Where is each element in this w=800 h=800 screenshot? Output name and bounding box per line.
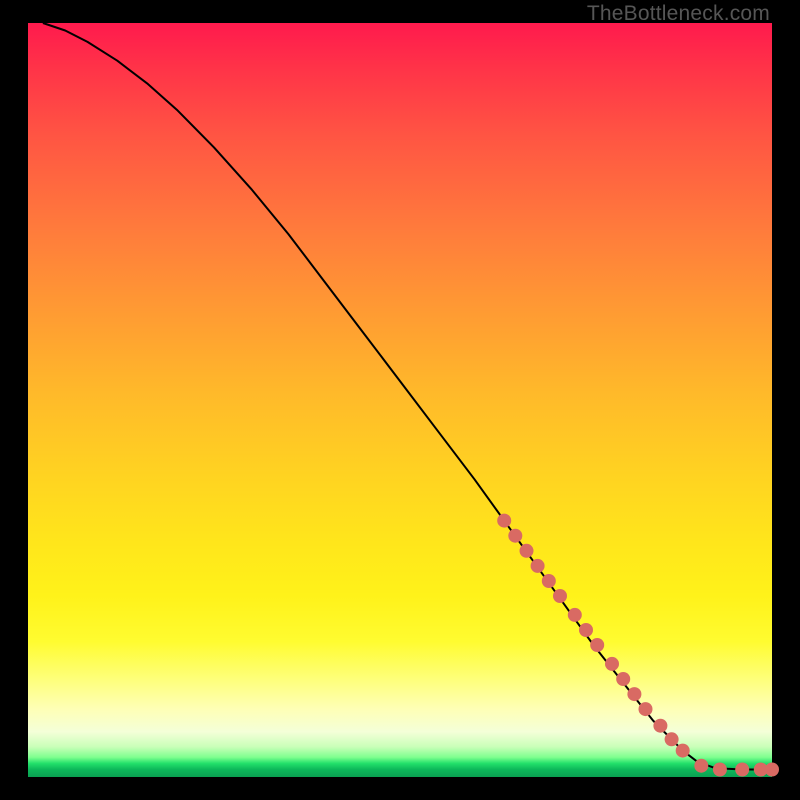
highlight-dot: [694, 759, 708, 773]
highlight-dot: [542, 574, 556, 588]
chart-frame: TheBottleneck.com: [0, 0, 800, 800]
highlight-dot: [653, 719, 667, 733]
highlight-dot: [553, 589, 567, 603]
highlight-dot: [735, 763, 749, 777]
highlight-dot: [639, 702, 653, 716]
highlight-dot: [579, 623, 593, 637]
highlight-dot: [627, 687, 641, 701]
highlight-dot: [590, 638, 604, 652]
highlight-dot: [520, 544, 534, 558]
curve-svg: [28, 23, 772, 777]
highlight-dot: [568, 608, 582, 622]
main-curve: [43, 23, 772, 770]
highlight-dot: [508, 529, 522, 543]
highlight-dot: [605, 657, 619, 671]
highlight-dot: [713, 763, 727, 777]
highlight-dot: [676, 744, 690, 758]
highlight-dot: [616, 672, 630, 686]
highlight-dots-group: [497, 514, 779, 777]
highlight-dot: [765, 763, 779, 777]
highlight-dot: [531, 559, 545, 573]
highlight-dot: [665, 732, 679, 746]
highlight-dot: [497, 514, 511, 528]
plot-area: [28, 23, 772, 777]
